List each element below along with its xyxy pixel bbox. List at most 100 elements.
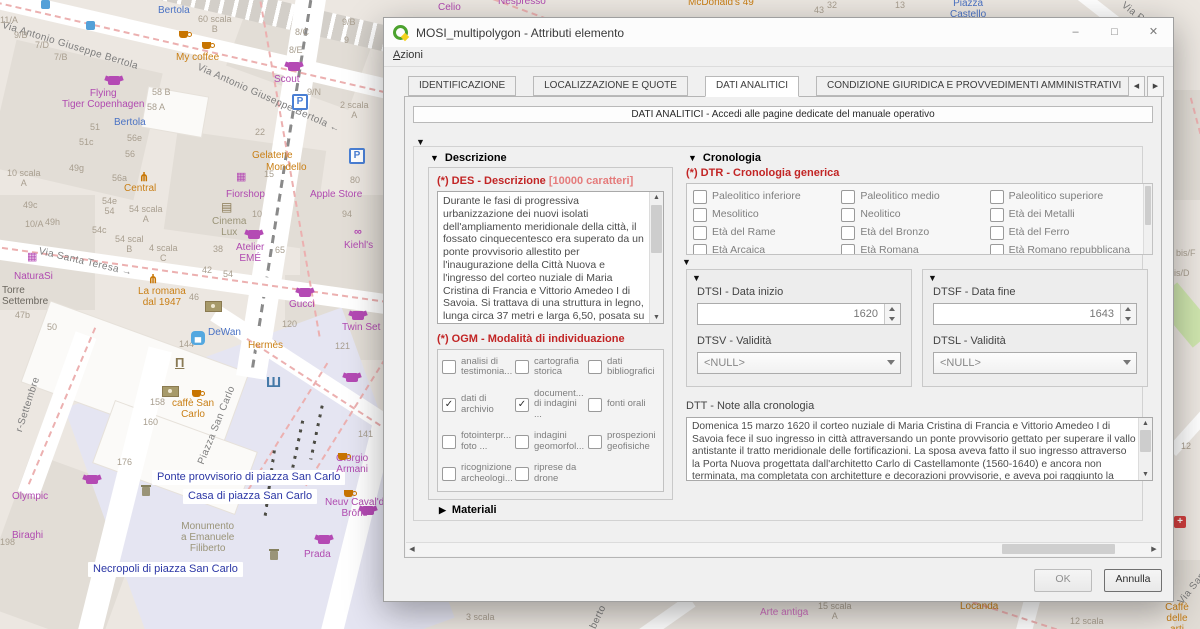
map-label: Prada [304, 549, 331, 560]
checkbox[interactable] [693, 190, 707, 204]
dtr-option[interactable]: Paleolitico medio [841, 190, 989, 204]
section-descrizione[interactable]: ▼Descrizione [430, 152, 673, 164]
checkbox[interactable] [990, 226, 1004, 240]
checkbox[interactable] [990, 244, 1004, 255]
ogm-option[interactable]: ✓dati di archivio [442, 389, 513, 420]
dtr-option[interactable]: Età Romana [841, 244, 989, 255]
dtsi-value: 1620 [698, 308, 884, 320]
dtr-option[interactable]: Età del Ferro [990, 226, 1138, 240]
checkbox[interactable] [990, 208, 1004, 222]
tab-localizzazione-e-quote[interactable]: LOCALIZZAZIONE E QUOTE [533, 76, 688, 96]
map-label: 11/A [0, 15, 18, 25]
map-label: 121 [335, 341, 350, 351]
tab-scroll-left-icon[interactable]: ◀ [1128, 76, 1145, 97]
dtr-option[interactable]: Paleolitico superiore [990, 190, 1138, 204]
checkbox[interactable] [588, 435, 602, 449]
dtr-option[interactable]: Paleolitico inferiore [693, 190, 841, 204]
checkbox[interactable] [693, 244, 707, 255]
ogm-option[interactable]: dati bibliografici [588, 357, 659, 378]
dtsf-spinbox[interactable]: 1643 [933, 303, 1137, 325]
checkbox-label: prospezioni geofisiche [607, 431, 656, 452]
dtsv-label: DTSV - Validità [697, 335, 901, 347]
horizontal-scrollbar[interactable]: ◀ ▶ [406, 542, 1160, 556]
ogm-option[interactable]: indagini geomorfol... [515, 431, 586, 452]
dtt-scrollbar[interactable]: ▲ ▼ [1138, 418, 1152, 480]
checkbox[interactable] [841, 244, 855, 255]
checkbox[interactable] [841, 190, 855, 204]
dtr-option[interactable]: Età del Bronzo [841, 226, 989, 240]
checkbox[interactable]: ✓ [515, 398, 529, 412]
checkbox[interactable] [515, 360, 529, 374]
section-cronologia[interactable]: ▼Cronologia [688, 152, 1153, 164]
map-label: 65 [275, 245, 285, 255]
form-group: ▼Descrizione (*) DES - Descrizione [1000… [413, 146, 1143, 521]
ogm-option[interactable]: ricognizione archeologi... [442, 463, 513, 484]
checkbox[interactable] [588, 398, 602, 412]
dtr-option[interactable]: Età Arcaica [693, 244, 841, 255]
tab-condizione-giuridica-e-provvedimenti-amministrativi[interactable]: CONDIZIONE GIURIDICA E PROVVEDIMENTI AMM… [816, 76, 1132, 96]
scroll-down-icon: ▼ [650, 312, 663, 323]
map-label: DeWan [208, 327, 241, 338]
ogm-option[interactable]: cartografia storica [515, 357, 586, 378]
checkbox[interactable] [442, 435, 456, 449]
checkbox[interactable] [841, 208, 855, 222]
collapse-icon[interactable]: ▼ [928, 273, 937, 283]
checkbox-label: riprese da drone [534, 463, 576, 484]
section-materiali[interactable]: ▶Materiali [439, 504, 664, 516]
dtsl-combobox[interactable]: <NULL> [933, 352, 1137, 374]
map-label: Apple Store [310, 189, 362, 200]
checkbox[interactable] [515, 435, 529, 449]
dtsv-combobox[interactable]: <NULL> [697, 352, 901, 374]
ogm-option[interactable]: ✓document... di indagini ... [515, 389, 586, 420]
map-label: Fiorshop [226, 189, 265, 200]
checkbox[interactable] [990, 190, 1004, 204]
dialog-titlebar[interactable]: MOSI_multipolygon - Attributi elemento –… [384, 18, 1173, 47]
ok-button[interactable]: OK [1034, 569, 1092, 592]
checkbox[interactable] [588, 360, 602, 374]
checkbox[interactable] [515, 467, 529, 481]
shop-icon [299, 288, 311, 297]
spin-down-icon [1121, 314, 1136, 324]
map-label: 54c [92, 225, 107, 235]
tab-scroll-right-icon[interactable]: ▶ [1147, 76, 1164, 97]
dtr-option[interactable]: Neolitico [841, 208, 989, 222]
tab-dati-analitici[interactable]: DATI ANALITICI [705, 76, 799, 97]
dtr-option[interactable]: Mesolitico [693, 208, 841, 222]
minimize-icon[interactable]: – [1056, 18, 1095, 47]
ogm-option[interactable]: fotointerpr... foto ... [442, 431, 513, 452]
dtr-scrollbar[interactable] [1143, 184, 1152, 254]
checkbox[interactable] [693, 208, 707, 222]
maximize-icon[interactable]: □ [1095, 18, 1134, 47]
cancel-button[interactable]: Annulla [1104, 569, 1162, 592]
map-label: 160 [143, 417, 158, 427]
checkbox[interactable]: ✓ [442, 398, 456, 412]
ogm-option[interactable]: analisi di testimonia... [442, 357, 513, 378]
manual-link-button[interactable]: DATI ANALITICI - Accedi alle pagine dedi… [413, 106, 1153, 123]
dtr-option[interactable]: Età dei Metalli [990, 208, 1138, 222]
checkbox[interactable] [693, 226, 707, 240]
des-label: (*) DES - Descrizione [10000 caratteri] [437, 175, 664, 187]
shop-icon [362, 506, 374, 515]
checkbox[interactable] [442, 360, 456, 374]
dtsi-spinbox[interactable]: 1620 [697, 303, 901, 325]
glasses-icon: ∞ [354, 226, 362, 238]
dtr-option[interactable]: Età Romano repubblicana [990, 244, 1138, 255]
map-label: Biraghi [12, 530, 43, 541]
map-label: Kiehl's [344, 240, 373, 251]
dtr-option[interactable]: Età del Rame [693, 226, 841, 240]
close-icon[interactable]: ✕ [1134, 18, 1173, 47]
des-textarea[interactable]: Durante le fasi di progressiva urbanizza… [437, 191, 664, 324]
dtt-textarea[interactable]: Domenica 15 marzo 1620 il corteo nuziale… [686, 417, 1153, 481]
ogm-option[interactable]: riprese da drone [515, 463, 586, 484]
ogm-option[interactable]: fonti orali [588, 389, 659, 420]
collapse-icon[interactable]: ▼ [692, 273, 701, 283]
ogm-option[interactable]: prospezioni geofisiche [588, 431, 659, 452]
tab-identificazione[interactable]: IDENTIFICAZIONE [408, 76, 516, 96]
checkbox[interactable] [841, 226, 855, 240]
scroll-down-icon: ▼ [1139, 469, 1152, 480]
checkbox[interactable] [442, 467, 456, 481]
collapse-icon[interactable]: ▼ [682, 257, 691, 267]
map-label: 158 [150, 397, 165, 407]
des-scrollbar[interactable]: ▲ ▼ [649, 192, 663, 323]
menu-azioni[interactable]: Azioni [393, 49, 423, 61]
